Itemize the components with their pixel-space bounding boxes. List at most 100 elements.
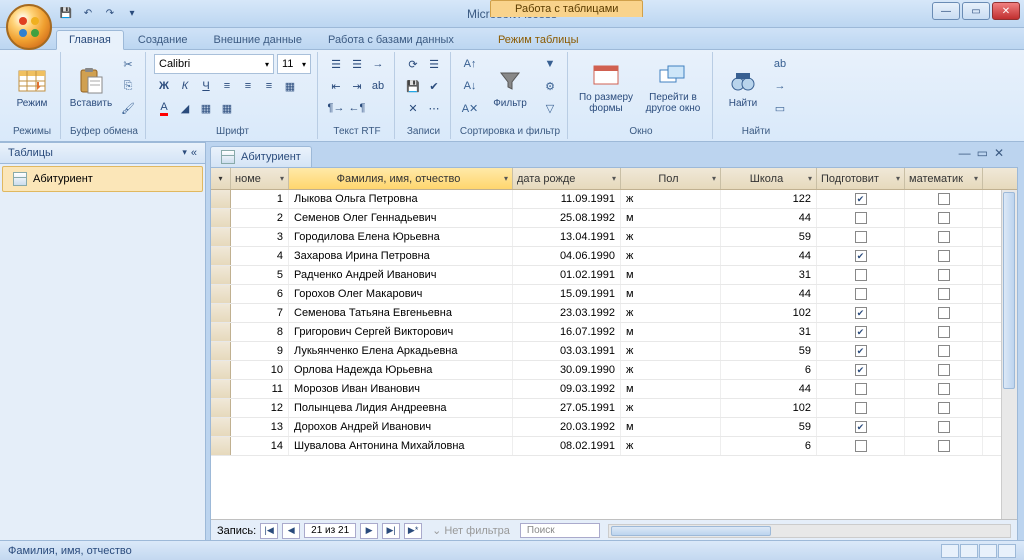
italic-button[interactable]: К (175, 76, 195, 96)
cell-id[interactable]: 1 (231, 190, 289, 208)
filter-indicator[interactable]: ⌄Нет фильтра (426, 524, 516, 537)
advanced-filter-button[interactable]: ⚙ (539, 76, 561, 96)
cell-name[interactable]: Дорохов Андрей Иванович (289, 418, 513, 436)
table-row[interactable]: 9Лукьянченко Елена Аркадьевна03.03.1991ж… (211, 342, 1001, 361)
cell-id[interactable]: 12 (231, 399, 289, 417)
tab-datasheet[interactable]: Режим таблицы (486, 31, 591, 49)
cell-school[interactable]: 31 (721, 266, 817, 284)
checkbox[interactable]: ✔ (855, 307, 867, 319)
cell-id[interactable]: 14 (231, 437, 289, 455)
paste-button[interactable]: Вставить (69, 54, 113, 120)
replace-button[interactable]: ab (769, 54, 791, 74)
checkbox[interactable] (855, 231, 867, 243)
more-records-button[interactable]: ⋯ (424, 98, 444, 118)
size-to-fit-button[interactable]: По размеру формы (576, 54, 636, 120)
cell-prep[interactable] (817, 399, 905, 417)
cell-school[interactable]: 6 (721, 361, 817, 379)
cell-name[interactable]: Морозов Иван Иванович (289, 380, 513, 398)
cell-prep[interactable]: ✔ (817, 323, 905, 341)
cell-prep[interactable] (817, 380, 905, 398)
doc-close-icon[interactable]: ✕ (994, 146, 1004, 160)
cell-id[interactable]: 9 (231, 342, 289, 360)
cell-name[interactable]: Орлова Надежда Юрьевна (289, 361, 513, 379)
table-row[interactable]: 1Лыкова Ольга Петровна11.09.1991ж122✔ (211, 190, 1001, 209)
maximize-button[interactable]: ▭ (962, 2, 990, 20)
cell-name[interactable]: Захарова Ирина Петровна (289, 247, 513, 265)
vertical-scrollbar[interactable] (1001, 190, 1017, 519)
checkbox[interactable] (855, 383, 867, 395)
table-row[interactable]: 7Семенова Татьяна Евгеньевна23.03.1992ж1… (211, 304, 1001, 323)
cell-sex[interactable]: м (621, 380, 721, 398)
cell-id[interactable]: 8 (231, 323, 289, 341)
cell-school[interactable]: 44 (721, 285, 817, 303)
cell-prep[interactable]: ✔ (817, 361, 905, 379)
indent-right-button[interactable]: → (368, 54, 388, 74)
increase-indent-button[interactable]: ⇥ (347, 76, 367, 96)
cell-school[interactable]: 59 (721, 418, 817, 436)
save-icon[interactable]: 💾 (58, 6, 74, 22)
minimize-button[interactable]: — (932, 2, 960, 20)
row-selector[interactable] (211, 209, 231, 227)
cell-sex[interactable]: ж (621, 437, 721, 455)
checkbox[interactable] (938, 250, 950, 262)
checkbox[interactable] (855, 288, 867, 300)
cell-name[interactable]: Полынцева Лидия Андреевна (289, 399, 513, 417)
record-position[interactable]: 21 из 21 (304, 523, 356, 538)
view-button[interactable]: Режим (10, 54, 54, 120)
tab-database-tools[interactable]: Работа с базами данных (316, 31, 466, 49)
cell-date[interactable]: 13.04.1991 (513, 228, 621, 246)
row-selector[interactable] (211, 342, 231, 360)
cell-prep[interactable] (817, 285, 905, 303)
sort-asc-button[interactable]: A↑ (459, 54, 481, 74)
pivot-table-view-button[interactable] (960, 544, 978, 558)
selection-filter-button[interactable]: ▼ (539, 54, 561, 74)
gridlines2-button[interactable]: ▦ (217, 98, 237, 118)
cell-math[interactable] (905, 228, 983, 246)
table-row[interactable]: 11Морозов Иван Иванович09.03.1992м44 (211, 380, 1001, 399)
doc-restore-icon[interactable]: ▭ (977, 146, 988, 160)
cell-math[interactable] (905, 342, 983, 360)
column-header-sex[interactable]: Пол▾ (621, 168, 721, 189)
navpane-header[interactable]: Таблицы ▾« (0, 143, 205, 164)
cell-school[interactable]: 102 (721, 399, 817, 417)
cell-sex[interactable]: ж (621, 190, 721, 208)
horizontal-scrollbar[interactable] (608, 524, 1011, 538)
refresh-button[interactable]: ⟳ (403, 54, 423, 74)
numbering-button[interactable]: ☰ (347, 54, 367, 74)
column-header-id[interactable]: номе▾ (231, 168, 289, 189)
cell-school[interactable]: 44 (721, 247, 817, 265)
align-right-button[interactable]: ≡ (259, 76, 279, 96)
cell-date[interactable]: 09.03.1992 (513, 380, 621, 398)
cell-prep[interactable]: ✔ (817, 190, 905, 208)
cell-date[interactable]: 30.09.1990 (513, 361, 621, 379)
cell-math[interactable] (905, 399, 983, 417)
first-record-button[interactable]: |◀ (260, 523, 278, 539)
cell-sex[interactable]: м (621, 285, 721, 303)
tab-create[interactable]: Создание (126, 31, 200, 49)
prev-record-button[interactable]: ◀ (282, 523, 300, 539)
cell-name[interactable]: Семенова Татьяна Евгеньевна (289, 304, 513, 322)
next-record-button[interactable]: ▶ (360, 523, 378, 539)
ltr-button[interactable]: ¶→ (326, 98, 346, 118)
undo-icon[interactable]: ↶ (80, 6, 96, 22)
doc-minimize-icon[interactable]: — (959, 146, 971, 160)
table-row[interactable]: 5Радченко Андрей Иванович01.02.1991м31 (211, 266, 1001, 285)
cell-math[interactable] (905, 285, 983, 303)
gridlines-button[interactable]: ▦ (280, 76, 300, 96)
column-header-date[interactable]: дата рожде▾ (513, 168, 621, 189)
cell-sex[interactable]: ж (621, 228, 721, 246)
row-selector[interactable] (211, 437, 231, 455)
row-selector[interactable] (211, 380, 231, 398)
cell-sex[interactable]: ж (621, 304, 721, 322)
table-row[interactable]: 6Горохов Олег Макарович15.09.1991м44 (211, 285, 1001, 304)
delete-record-button[interactable]: ✕ (403, 98, 423, 118)
cell-name[interactable]: Шувалова Антонина Михайловна (289, 437, 513, 455)
cell-id[interactable]: 11 (231, 380, 289, 398)
redo-icon[interactable]: ↷ (102, 6, 118, 22)
cell-math[interactable] (905, 190, 983, 208)
table-row[interactable]: 12Полынцева Лидия Андреевна27.05.1991ж10… (211, 399, 1001, 418)
tab-external-data[interactable]: Внешние данные (202, 31, 314, 49)
column-header-prep[interactable]: Подготовит▾ (817, 168, 905, 189)
cell-math[interactable] (905, 304, 983, 322)
cell-id[interactable]: 2 (231, 209, 289, 227)
